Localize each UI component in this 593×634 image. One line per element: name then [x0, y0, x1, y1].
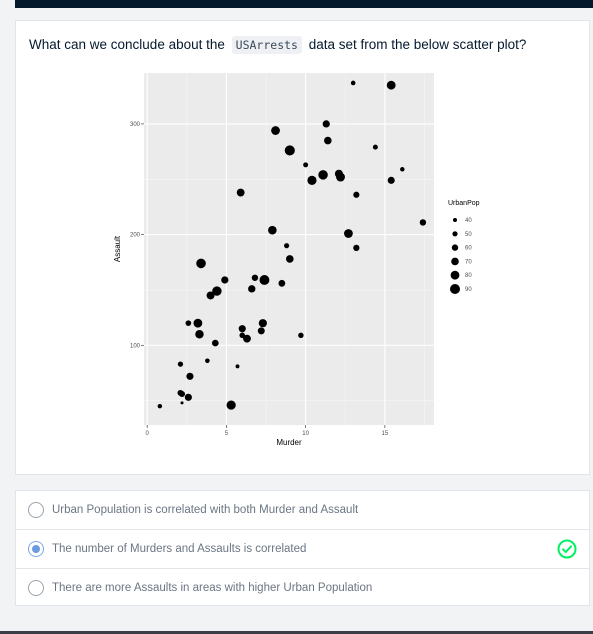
legend-key: [453, 218, 457, 222]
scatter-point: [259, 275, 270, 285]
legend-label: 80: [465, 273, 472, 279]
scatter-point: [324, 136, 332, 145]
scatter-point: [193, 318, 203, 328]
legend-label: 70: [465, 259, 472, 265]
scatter-point: [205, 358, 210, 364]
legend-label: 90: [465, 287, 472, 293]
scatter-point: [251, 274, 259, 281]
y-axis-label: Assault: [113, 235, 122, 262]
scatter-point: [350, 80, 356, 86]
y-tick-label: 300: [130, 122, 141, 128]
x-tick-label: 5: [225, 431, 229, 437]
legend-title: UrbanPop: [448, 200, 480, 207]
legend-key: [450, 270, 460, 280]
x-tick-label: 0: [145, 431, 149, 437]
radio-option-3[interactable]: [28, 580, 44, 596]
scatter-point: [419, 219, 427, 226]
legend-key: [451, 244, 459, 251]
y-tick-label: 100: [130, 343, 141, 349]
scatter-point: [186, 372, 194, 380]
y-tick-label: 200: [130, 233, 141, 239]
plot-panel: [144, 73, 434, 425]
option-2-label: The number of Murders and Assaults is co…: [52, 543, 307, 555]
x-tick-label: 10: [302, 431, 309, 437]
scatter-point: [257, 327, 265, 335]
scatter-point: [226, 400, 236, 410]
scatter-point: [185, 320, 192, 327]
scatter-point: [268, 225, 277, 235]
scatter-point: [235, 364, 240, 369]
legend-key: [452, 231, 458, 237]
scatter-point: [298, 332, 304, 339]
scatter-point: [322, 120, 330, 128]
scatter-point: [238, 325, 246, 333]
scatter-point: [221, 276, 229, 284]
scatter-plot: 0 5 10 15 100 200 300 Murder Assault UrbanPop 40 50…: [113, 73, 480, 447]
scatter-point: [400, 167, 405, 172]
x-tick-label: 15: [382, 431, 389, 437]
scatter-point: [284, 243, 290, 249]
scatter-point: [353, 191, 360, 198]
scatter-point: [184, 393, 192, 401]
correct-check-icon: [557, 539, 577, 559]
scatter-point: [318, 170, 328, 180]
scatter-point: [344, 229, 353, 238]
scatter-point: [307, 175, 317, 185]
scatter-point: [387, 176, 395, 184]
option-1[interactable]: Urban Population is correlated with both…: [16, 491, 589, 529]
scatter-point: [211, 339, 219, 347]
radio-selected-dot: [32, 545, 40, 553]
scatter-point: [236, 188, 245, 197]
scatter-point: [278, 279, 286, 287]
scatter-point: [372, 144, 378, 150]
option-3-label: There are more Assaults in areas with hi…: [52, 582, 373, 594]
option-2[interactable]: The number of Murders and Assaults is co…: [16, 529, 589, 568]
scatter-point: [336, 172, 345, 182]
legend-key: [451, 257, 459, 266]
legend-label: 40: [465, 218, 472, 224]
scatter-point: [243, 334, 251, 343]
scatter-point: [157, 403, 163, 409]
option-1-label: Urban Population is correlated with both…: [52, 504, 359, 516]
scatter-point: [177, 389, 184, 396]
scatter-point: [248, 285, 256, 293]
top-header-bar: [15, 0, 593, 8]
scatter-point: [196, 258, 206, 269]
x-axis-label: Murder: [276, 438, 302, 447]
scatter-point: [271, 126, 280, 135]
legend-key: [450, 284, 460, 294]
scatter-point: [180, 401, 184, 405]
scatter-point: [353, 244, 360, 252]
radio-option-2[interactable]: [28, 541, 44, 557]
question-card: What can we conclude about the USArrests…: [15, 20, 590, 475]
scatter-point: [285, 255, 294, 263]
radio-option-1[interactable]: [28, 502, 44, 518]
scatter-point: [177, 361, 184, 367]
scatter-point: [303, 162, 309, 168]
legend-label: 50: [465, 232, 472, 238]
scatter-point: [258, 319, 267, 328]
legend-label: 60: [465, 246, 472, 252]
scatter-point: [195, 330, 204, 339]
answer-options: Urban Population is correlated with both…: [15, 490, 590, 606]
scatter-point: [386, 80, 396, 90]
scatter-point: [206, 291, 215, 300]
option-3[interactable]: There are more Assaults in areas with hi…: [16, 568, 589, 607]
scatter-point: [284, 145, 295, 156]
